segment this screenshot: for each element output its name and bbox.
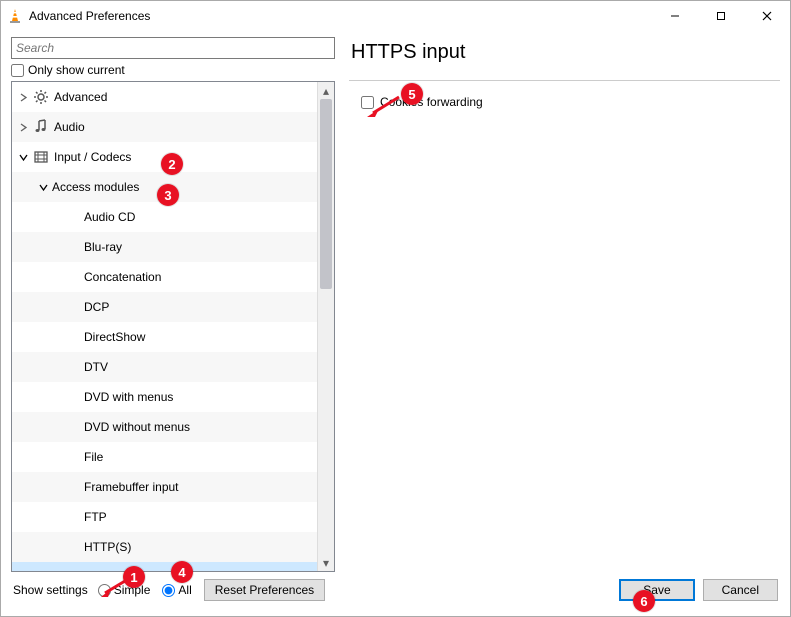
- tree-item-label: Input / Codecs: [52, 150, 131, 164]
- annotation-marker-3: 3: [157, 184, 179, 206]
- only-show-current-label: Only show current: [28, 63, 125, 77]
- codec-icon: [30, 149, 52, 165]
- scrollbar-thumb[interactable]: [320, 99, 332, 289]
- annotation-marker-5: 5: [401, 83, 423, 105]
- tree-item[interactable]: Advanced: [12, 82, 317, 112]
- annotation-marker-4: 4: [171, 561, 193, 583]
- close-button[interactable]: [744, 1, 790, 31]
- window-title: Advanced Preferences: [29, 9, 150, 23]
- tree-item-label: DirectShow: [82, 330, 145, 344]
- tree-item[interactable]: HTTP(S): [12, 532, 317, 562]
- chevron-down-icon[interactable]: [36, 183, 50, 192]
- search-input[interactable]: [11, 37, 335, 59]
- gear-icon: [30, 89, 52, 105]
- titlebar: Advanced Preferences: [1, 1, 790, 31]
- tree-item[interactable]: Audio: [12, 112, 317, 142]
- tree-item-label: Access modules: [50, 180, 139, 194]
- tree-item-label: DVD with menus: [82, 390, 173, 404]
- scroll-up-icon[interactable]: ▴: [318, 82, 334, 99]
- tree-scrollbar[interactable]: ▴ ▾: [317, 82, 334, 571]
- cancel-button[interactable]: Cancel: [703, 579, 778, 601]
- panel-title: HTTPS input: [351, 41, 780, 64]
- audio-icon: [30, 119, 52, 135]
- tree-item-label: HTTP(S): [82, 540, 131, 554]
- tree-item[interactable]: HTTPS: [12, 562, 317, 571]
- tree-item-label: File: [82, 450, 103, 464]
- vlc-cone-icon: [7, 8, 23, 24]
- tree-item[interactable]: Blu-ray: [12, 232, 317, 262]
- tree-item[interactable]: DirectShow: [12, 322, 317, 352]
- save-button[interactable]: Save: [619, 579, 694, 601]
- reset-preferences-button[interactable]: Reset Preferences: [204, 579, 325, 601]
- divider: [349, 80, 780, 81]
- tree-item-label: Concatenation: [82, 270, 161, 284]
- only-show-current-checkbox[interactable]: [11, 64, 24, 77]
- tree-item[interactable]: Framebuffer input: [12, 472, 317, 502]
- annotation-marker-1: 1: [123, 566, 145, 588]
- tree-item-label: Audio CD: [82, 210, 135, 224]
- tree-item-label: Framebuffer input: [82, 480, 179, 494]
- only-show-current[interactable]: Only show current: [11, 63, 335, 77]
- tree-item-label: Audio: [52, 120, 85, 134]
- tree-item-label: DCP: [82, 300, 109, 314]
- mode-all-radio[interactable]: [162, 584, 175, 597]
- tree-item-label: Blu-ray: [82, 240, 122, 254]
- chevron-right-icon[interactable]: [16, 93, 30, 102]
- tree-item[interactable]: DVD without menus: [12, 412, 317, 442]
- chevron-right-icon[interactable]: [16, 123, 30, 132]
- show-settings-label: Show settings: [13, 583, 88, 597]
- tree-item[interactable]: FTP: [12, 502, 317, 532]
- settings-panel: HTTPS input Cookies forwarding: [349, 37, 780, 572]
- tree-item[interactable]: File: [12, 442, 317, 472]
- annotation-marker-2: 2: [161, 153, 183, 175]
- minimize-button[interactable]: [652, 1, 698, 31]
- mode-all[interactable]: All: [162, 583, 191, 597]
- tree-item-label: HTTPS: [82, 570, 123, 571]
- tree-item[interactable]: Audio CD: [12, 202, 317, 232]
- tree-item-label: FTP: [82, 510, 107, 524]
- tree-item[interactable]: DVD with menus: [12, 382, 317, 412]
- left-panel: Only show current Advanced Audio Input / C…: [11, 37, 335, 572]
- tree-item-label: DTV: [82, 360, 108, 374]
- tree-item[interactable]: DTV: [12, 352, 317, 382]
- tree-item[interactable]: DCP: [12, 292, 317, 322]
- maximize-button[interactable]: [698, 1, 744, 31]
- tree-item[interactable]: Concatenation: [12, 262, 317, 292]
- scroll-down-icon[interactable]: ▾: [318, 554, 334, 571]
- tree-item-label: Advanced: [52, 90, 107, 104]
- mode-all-label: All: [178, 583, 191, 597]
- chevron-down-icon[interactable]: [16, 153, 30, 162]
- preferences-window: Advanced Preferences Only show current A…: [0, 0, 791, 617]
- tree-item-label: DVD without menus: [82, 420, 190, 434]
- annotation-marker-6: 6: [633, 590, 655, 612]
- annotation-arrow: [367, 95, 401, 117]
